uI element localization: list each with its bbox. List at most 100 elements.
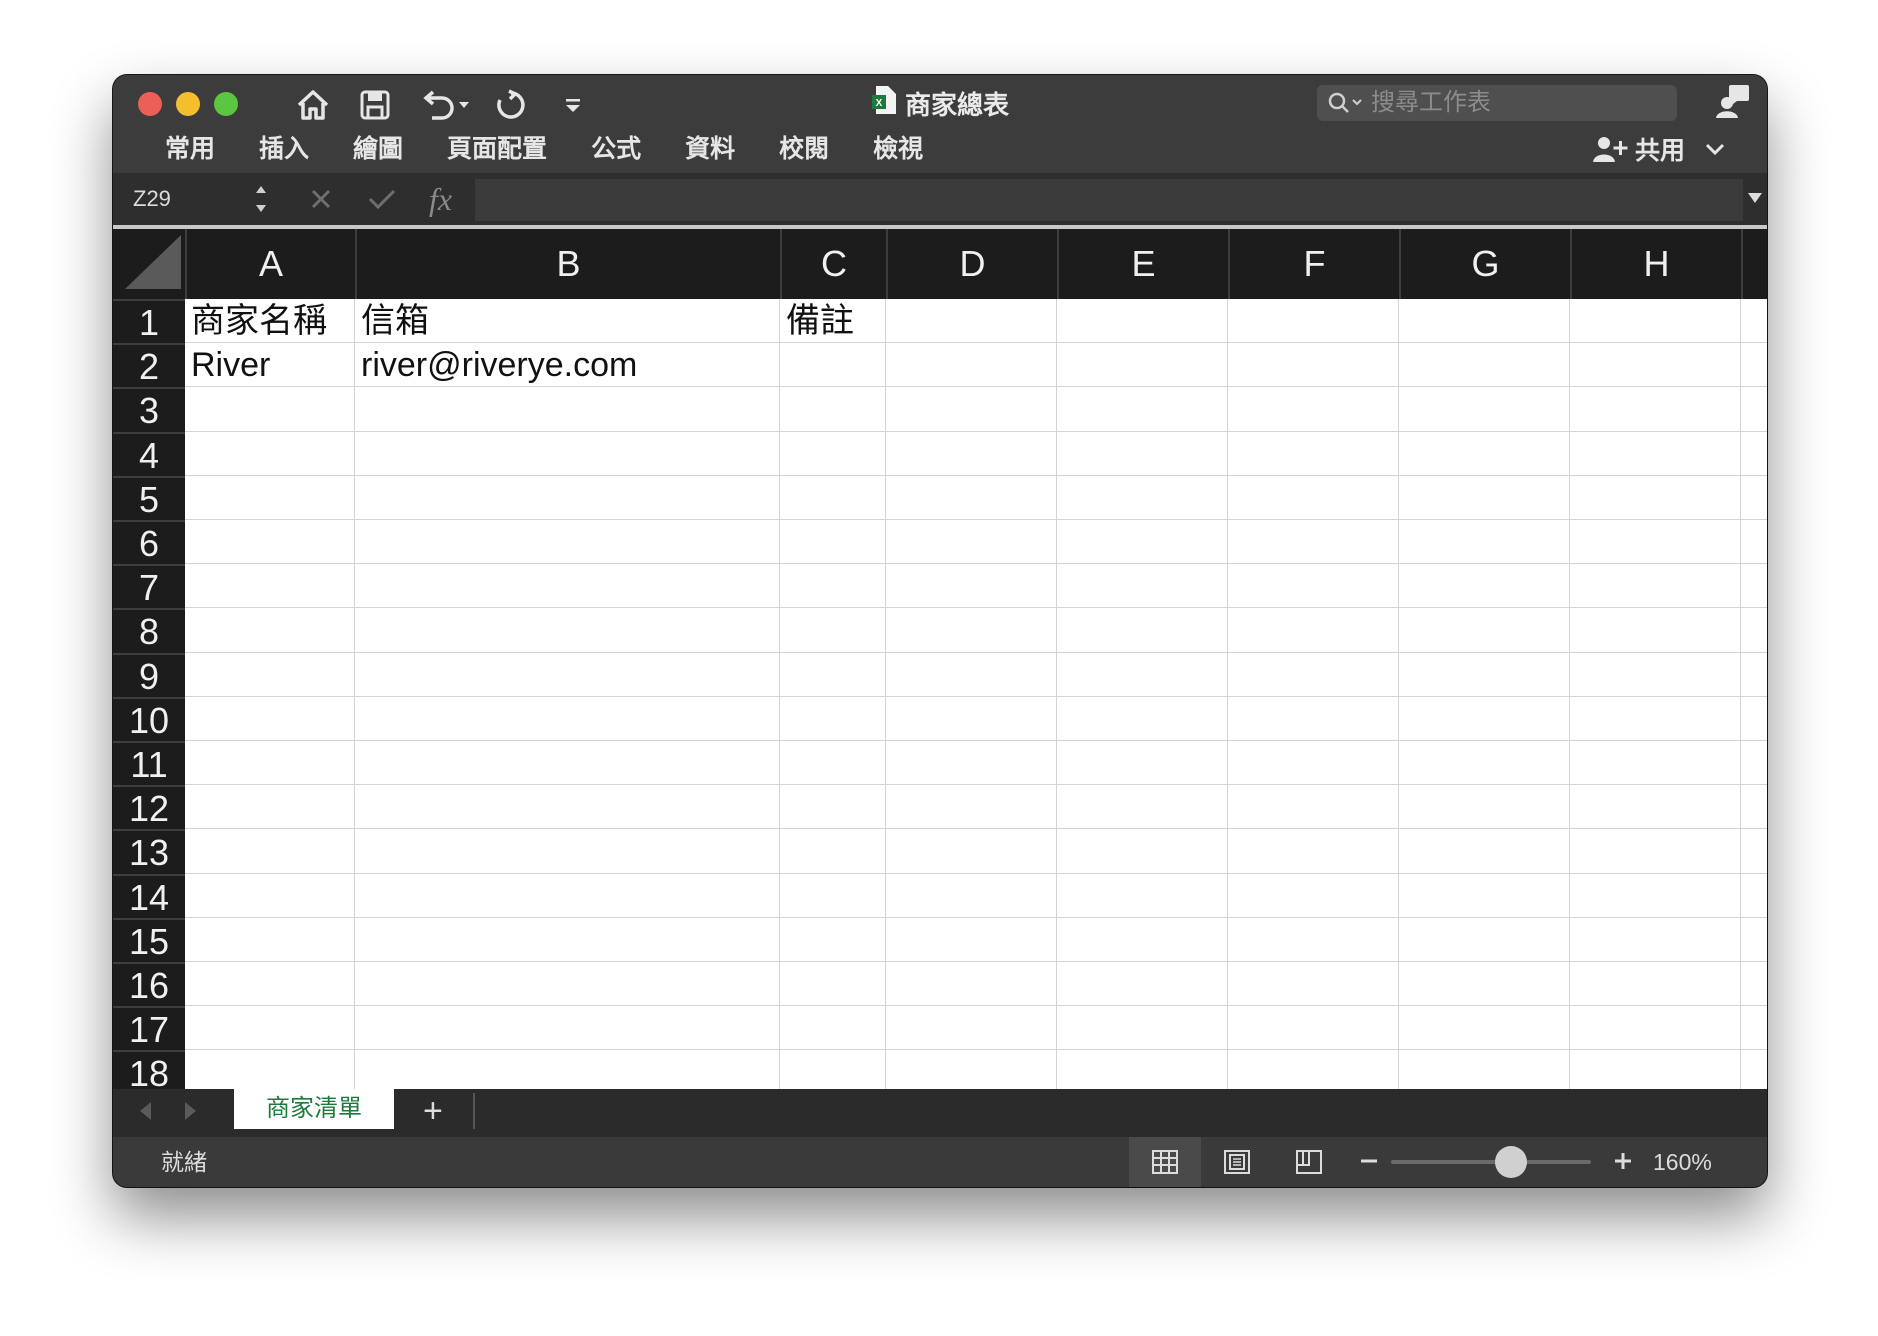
cell-a5[interactable] bbox=[185, 475, 355, 520]
cell-b10[interactable] bbox=[355, 696, 780, 741]
cell-b2[interactable]: river@riverye.com bbox=[355, 343, 780, 388]
formula-input[interactable] bbox=[475, 179, 1743, 221]
cell-d4[interactable] bbox=[886, 431, 1057, 476]
cell-b13[interactable] bbox=[355, 829, 780, 874]
cell-c16[interactable] bbox=[780, 962, 886, 1007]
cell-e17[interactable] bbox=[1057, 1006, 1228, 1051]
cell-b14[interactable] bbox=[355, 873, 780, 918]
row-header-5[interactable]: 5 bbox=[113, 475, 185, 520]
cell-b7[interactable] bbox=[355, 564, 780, 609]
cell-partial-2[interactable] bbox=[1741, 343, 1767, 388]
cell-f1[interactable] bbox=[1228, 299, 1399, 344]
cell-g14[interactable] bbox=[1399, 873, 1570, 918]
save-icon[interactable] bbox=[355, 87, 395, 123]
name-box[interactable] bbox=[113, 173, 278, 225]
row-header-2[interactable]: 2 bbox=[113, 343, 185, 388]
cell-f8[interactable] bbox=[1228, 608, 1399, 653]
cell-partial-4[interactable] bbox=[1741, 432, 1767, 476]
cell-a7[interactable] bbox=[185, 564, 355, 609]
cell-h3[interactable] bbox=[1570, 387, 1741, 432]
cell-f5[interactable] bbox=[1228, 475, 1399, 520]
zoom-in-icon[interactable] bbox=[1613, 1151, 1633, 1171]
cell-a8[interactable] bbox=[185, 608, 355, 653]
cell-d7[interactable] bbox=[886, 564, 1057, 609]
row-header-13[interactable]: 13 bbox=[113, 829, 185, 874]
cell-f16[interactable] bbox=[1228, 962, 1399, 1007]
cell-b18[interactable] bbox=[355, 1050, 780, 1089]
next-sheet-icon[interactable] bbox=[181, 1099, 201, 1123]
cell-f15[interactable] bbox=[1228, 917, 1399, 962]
cell-partial-13[interactable] bbox=[1741, 829, 1767, 874]
cell-b5[interactable] bbox=[355, 475, 780, 520]
close-window-button[interactable] bbox=[138, 92, 162, 116]
confirm-formula-icon[interactable] bbox=[367, 187, 397, 211]
page-layout-view-button[interactable] bbox=[1201, 1137, 1273, 1187]
cell-b11[interactable] bbox=[355, 741, 780, 786]
cell-d2[interactable] bbox=[886, 343, 1057, 388]
cell-d1[interactable] bbox=[886, 299, 1057, 344]
cell-e9[interactable] bbox=[1057, 652, 1228, 697]
cell-c5[interactable] bbox=[780, 475, 886, 520]
cell-a17[interactable] bbox=[185, 1006, 355, 1051]
chevron-down-icon[interactable] bbox=[1705, 142, 1725, 156]
normal-view-button[interactable] bbox=[1129, 1137, 1201, 1187]
tab-review[interactable]: 校閱 bbox=[757, 131, 851, 167]
column-header-d[interactable]: D bbox=[886, 229, 1057, 299]
tab-data[interactable]: 資料 bbox=[663, 131, 757, 167]
customize-toolbar-icon[interactable] bbox=[553, 87, 593, 123]
row-header-10[interactable]: 10 bbox=[113, 696, 185, 741]
cell-a14[interactable] bbox=[185, 873, 355, 918]
row-header-3[interactable]: 3 bbox=[113, 387, 185, 432]
cell-c3[interactable] bbox=[780, 387, 886, 432]
cell-h13[interactable] bbox=[1570, 829, 1741, 874]
cell-h9[interactable] bbox=[1570, 652, 1741, 697]
expand-formula-icon[interactable] bbox=[1747, 191, 1763, 205]
cell-a9[interactable] bbox=[185, 652, 355, 697]
row-header-4[interactable]: 4 bbox=[113, 431, 185, 476]
cell-g7[interactable] bbox=[1399, 564, 1570, 609]
cell-c9[interactable] bbox=[780, 652, 886, 697]
cell-a4[interactable] bbox=[185, 431, 355, 476]
cell-h15[interactable] bbox=[1570, 917, 1741, 962]
cell-e12[interactable] bbox=[1057, 785, 1228, 830]
cell-partial-14[interactable] bbox=[1741, 874, 1767, 918]
cell-h7[interactable] bbox=[1570, 564, 1741, 609]
cell-h16[interactable] bbox=[1570, 962, 1741, 1007]
cell-g3[interactable] bbox=[1399, 387, 1570, 432]
cell-b12[interactable] bbox=[355, 785, 780, 830]
cell-g18[interactable] bbox=[1399, 1050, 1570, 1089]
account-icon[interactable] bbox=[1713, 83, 1753, 119]
cell-c1[interactable]: 備註 bbox=[780, 299, 886, 344]
cell-f10[interactable] bbox=[1228, 696, 1399, 741]
row-header-1[interactable]: 1 bbox=[113, 299, 185, 344]
zoom-out-icon[interactable] bbox=[1359, 1151, 1379, 1171]
cell-g16[interactable] bbox=[1399, 962, 1570, 1007]
tab-draw[interactable]: 繪圖 bbox=[331, 131, 425, 167]
cell-f7[interactable] bbox=[1228, 564, 1399, 609]
cell-e3[interactable] bbox=[1057, 387, 1228, 432]
cell-a12[interactable] bbox=[185, 785, 355, 830]
cell-c15[interactable] bbox=[780, 917, 886, 962]
cell-h18[interactable] bbox=[1570, 1050, 1741, 1089]
home-icon[interactable] bbox=[293, 87, 333, 123]
cell-a18[interactable] bbox=[185, 1050, 355, 1089]
cell-partial-9[interactable] bbox=[1741, 653, 1767, 697]
cell-d8[interactable] bbox=[886, 608, 1057, 653]
cell-e1[interactable] bbox=[1057, 299, 1228, 344]
cell-e15[interactable] bbox=[1057, 917, 1228, 962]
cell-partial-5[interactable] bbox=[1741, 476, 1767, 520]
cell-e2[interactable] bbox=[1057, 343, 1228, 388]
cell-g10[interactable] bbox=[1399, 696, 1570, 741]
cell-d16[interactable] bbox=[886, 962, 1057, 1007]
cell-partial-6[interactable] bbox=[1741, 520, 1767, 565]
cell-b1[interactable]: 信箱 bbox=[355, 299, 780, 344]
cell-h11[interactable] bbox=[1570, 741, 1741, 786]
cell-h12[interactable] bbox=[1570, 785, 1741, 830]
cell-d9[interactable] bbox=[886, 652, 1057, 697]
cell-f14[interactable] bbox=[1228, 873, 1399, 918]
column-header-g[interactable]: G bbox=[1399, 229, 1570, 299]
previous-sheet-icon[interactable] bbox=[135, 1099, 155, 1123]
search-sheet-box[interactable] bbox=[1317, 85, 1677, 121]
cell-a1[interactable]: 商家名稱 bbox=[185, 299, 355, 344]
cell-f6[interactable] bbox=[1228, 520, 1399, 565]
